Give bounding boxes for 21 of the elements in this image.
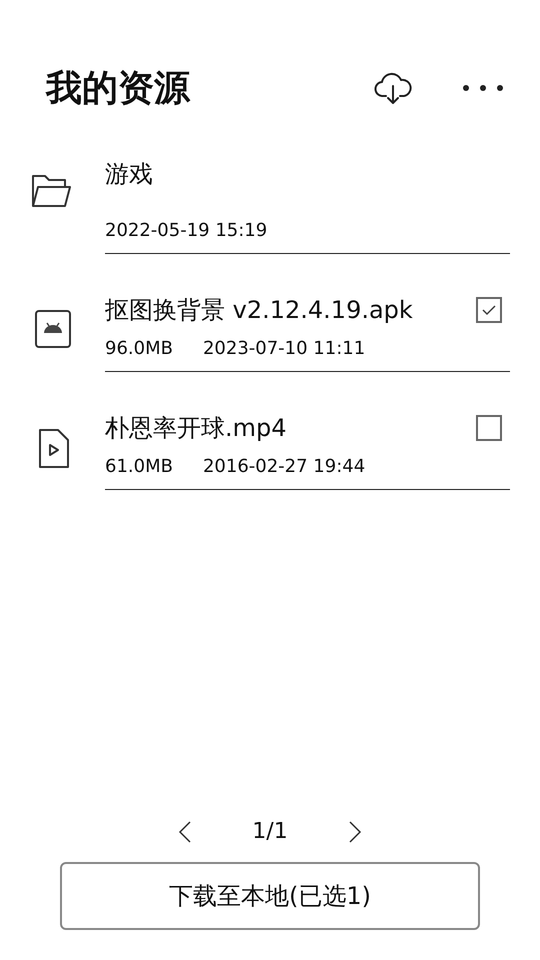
file-date: 2022-05-19 15:19 bbox=[105, 220, 268, 241]
file-name: 游戏 bbox=[105, 159, 154, 190]
file-size: 96.0MB bbox=[105, 338, 173, 359]
more-icon[interactable] bbox=[462, 84, 504, 92]
page-title: 我的资源 bbox=[46, 66, 192, 110]
video-file-icon bbox=[37, 428, 71, 470]
next-page-icon[interactable] bbox=[348, 820, 362, 842]
previous-page-icon[interactable] bbox=[178, 820, 192, 842]
download-button[interactable]: 下载至本地(已选1) bbox=[60, 862, 480, 930]
checkbox[interactable] bbox=[476, 415, 502, 441]
folder-icon bbox=[31, 174, 71, 208]
file-name: 朴恩率开球.mp4 bbox=[105, 413, 288, 444]
file-size: 61.0MB bbox=[105, 456, 173, 477]
checkmark-icon bbox=[481, 304, 497, 316]
file-date: 2023-07-10 11:11 bbox=[202, 338, 366, 359]
file-name: 抠图换背景 v2.12.4.19.apk bbox=[105, 295, 414, 326]
file-date: 2016-02-27 19:44 bbox=[202, 456, 366, 477]
cloud-download-icon[interactable] bbox=[374, 71, 412, 105]
page-indicator: 1/1 bbox=[252, 819, 288, 844]
android-app-icon bbox=[35, 310, 71, 348]
checkbox[interactable] bbox=[476, 297, 502, 323]
